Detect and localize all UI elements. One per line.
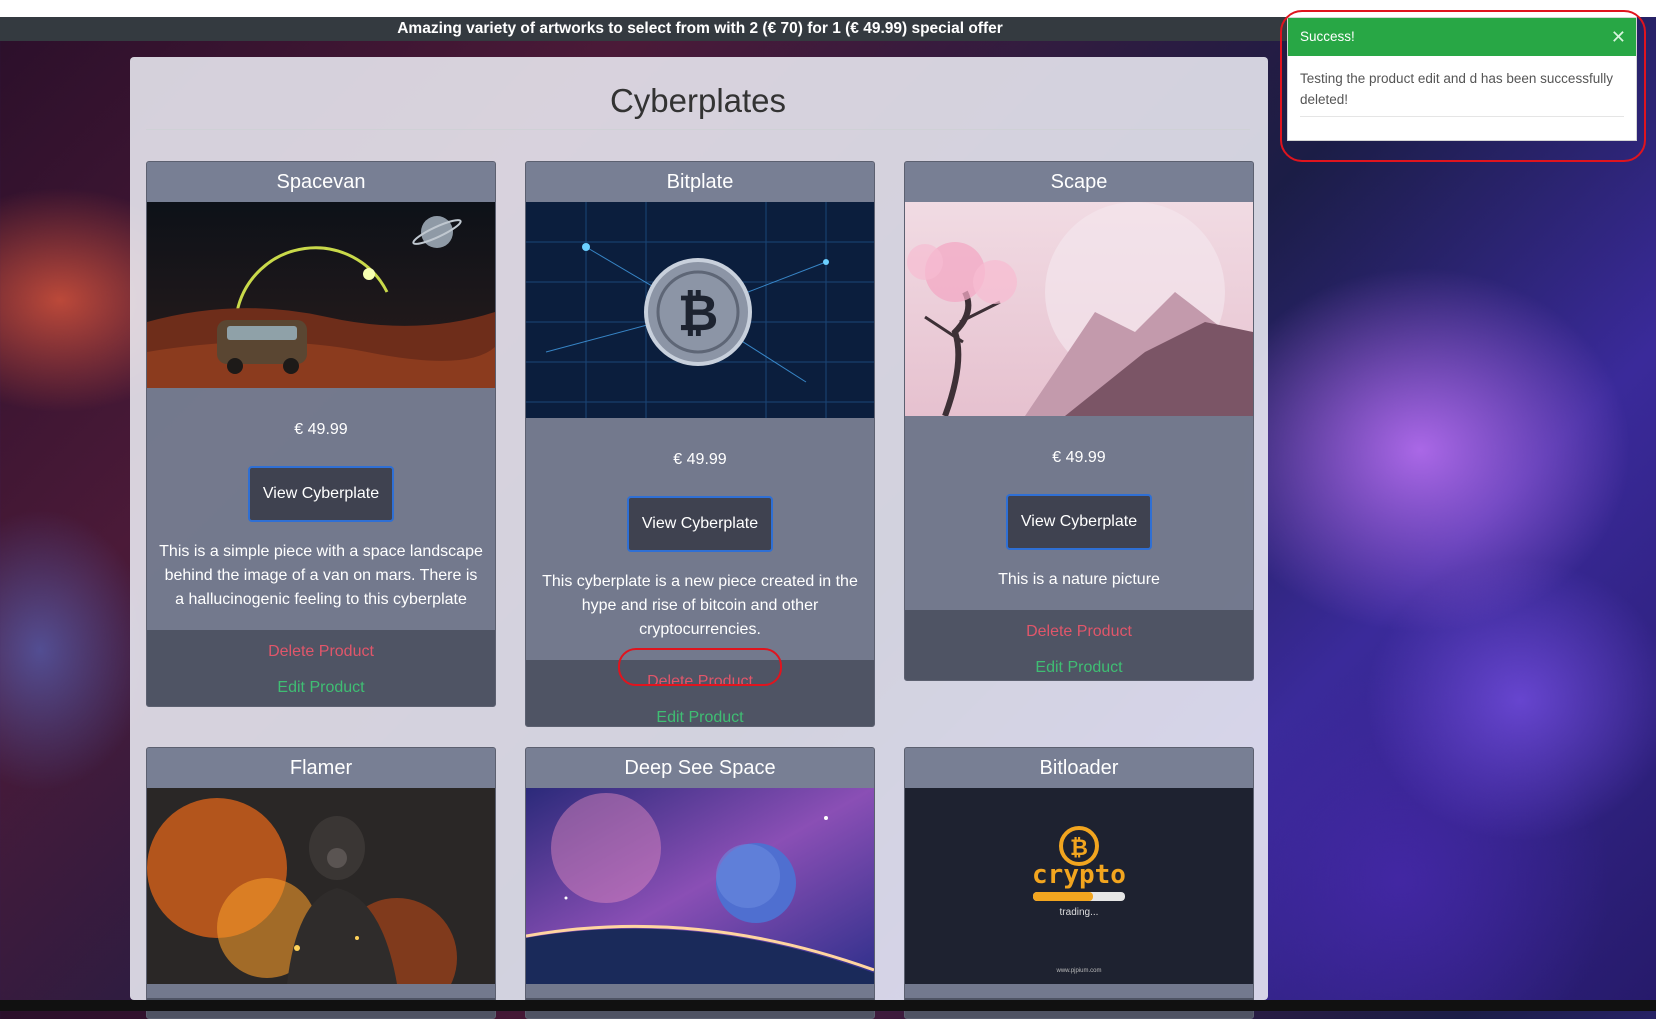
offer-banner: Amazing variety of artworks to select fr…: [0, 17, 1400, 41]
product-card: Bitplate ₿ € 49.99 View Cyberplate This …: [525, 161, 875, 727]
product-card: Bitloader ₿ crypto trading... www.pjpium…: [904, 747, 1254, 1019]
main-panel: Cyberplates Spacevan € 49.99 View Cyberp…: [130, 57, 1268, 1019]
product-card: Spacevan € 49.99 View Cyberplate This is…: [146, 161, 496, 707]
product-image[interactable]: [905, 202, 1253, 416]
product-image[interactable]: ₿: [526, 202, 874, 418]
delete-product-link[interactable]: Delete Product: [147, 638, 495, 670]
product-price: € 49.99: [1052, 449, 1106, 466]
svg-text:₿: ₿: [1070, 836, 1088, 861]
product-title: Bitloader: [905, 748, 1253, 788]
product-card: Deep See Space: [525, 747, 875, 1019]
product-title: Deep See Space: [526, 748, 874, 788]
product-title: Flamer: [147, 748, 495, 788]
site-text: www.pjpium.com: [1056, 968, 1102, 974]
trading-text: trading...: [1059, 907, 1099, 918]
view-cyberplate-button[interactable]: View Cyberplate: [1005, 494, 1153, 550]
edit-product-link[interactable]: Edit Product: [526, 700, 874, 726]
page-title: Cyberplates: [146, 73, 1250, 130]
svg-text:₿: ₿: [678, 284, 719, 342]
view-cyberplate-button[interactable]: View Cyberplate: [626, 496, 774, 552]
product-image[interactable]: [147, 788, 495, 984]
product-image[interactable]: [147, 202, 495, 388]
product-card: Flamer: [146, 747, 496, 1019]
product-price: € 49.99: [673, 451, 727, 468]
product-price: € 49.99: [294, 421, 348, 438]
delete-product-link[interactable]: Delete Product: [905, 618, 1253, 650]
product-image[interactable]: ₿ crypto trading... www.pjpium.com: [905, 788, 1253, 984]
product-description: This cyberplate is a new piece created i…: [542, 573, 858, 638]
card-footer: Delete Product Edit Product: [147, 630, 495, 706]
view-cyberplate-button[interactable]: View Cyberplate: [247, 466, 395, 522]
product-title: Scape: [905, 162, 1253, 202]
crypto-logo-text: crypto: [1032, 860, 1126, 890]
product-description: This is a nature picture: [998, 571, 1160, 588]
delete-highlight-annotation: [618, 648, 782, 686]
product-card: Scape € 49.99 View Cyberplate This is a …: [904, 161, 1254, 681]
product-description: This is a simple piece with a space land…: [159, 543, 483, 608]
product-title: Bitplate: [526, 162, 874, 202]
taskbar-edge: [0, 1000, 1656, 1011]
product-title: Spacevan: [147, 162, 495, 202]
card-footer: Delete Product Edit Product: [905, 610, 1253, 680]
edit-product-link[interactable]: Edit Product: [905, 650, 1253, 680]
toast-highlight-annotation: [1280, 10, 1646, 162]
product-image[interactable]: [526, 788, 874, 984]
edit-product-link[interactable]: Edit Product: [147, 670, 495, 704]
